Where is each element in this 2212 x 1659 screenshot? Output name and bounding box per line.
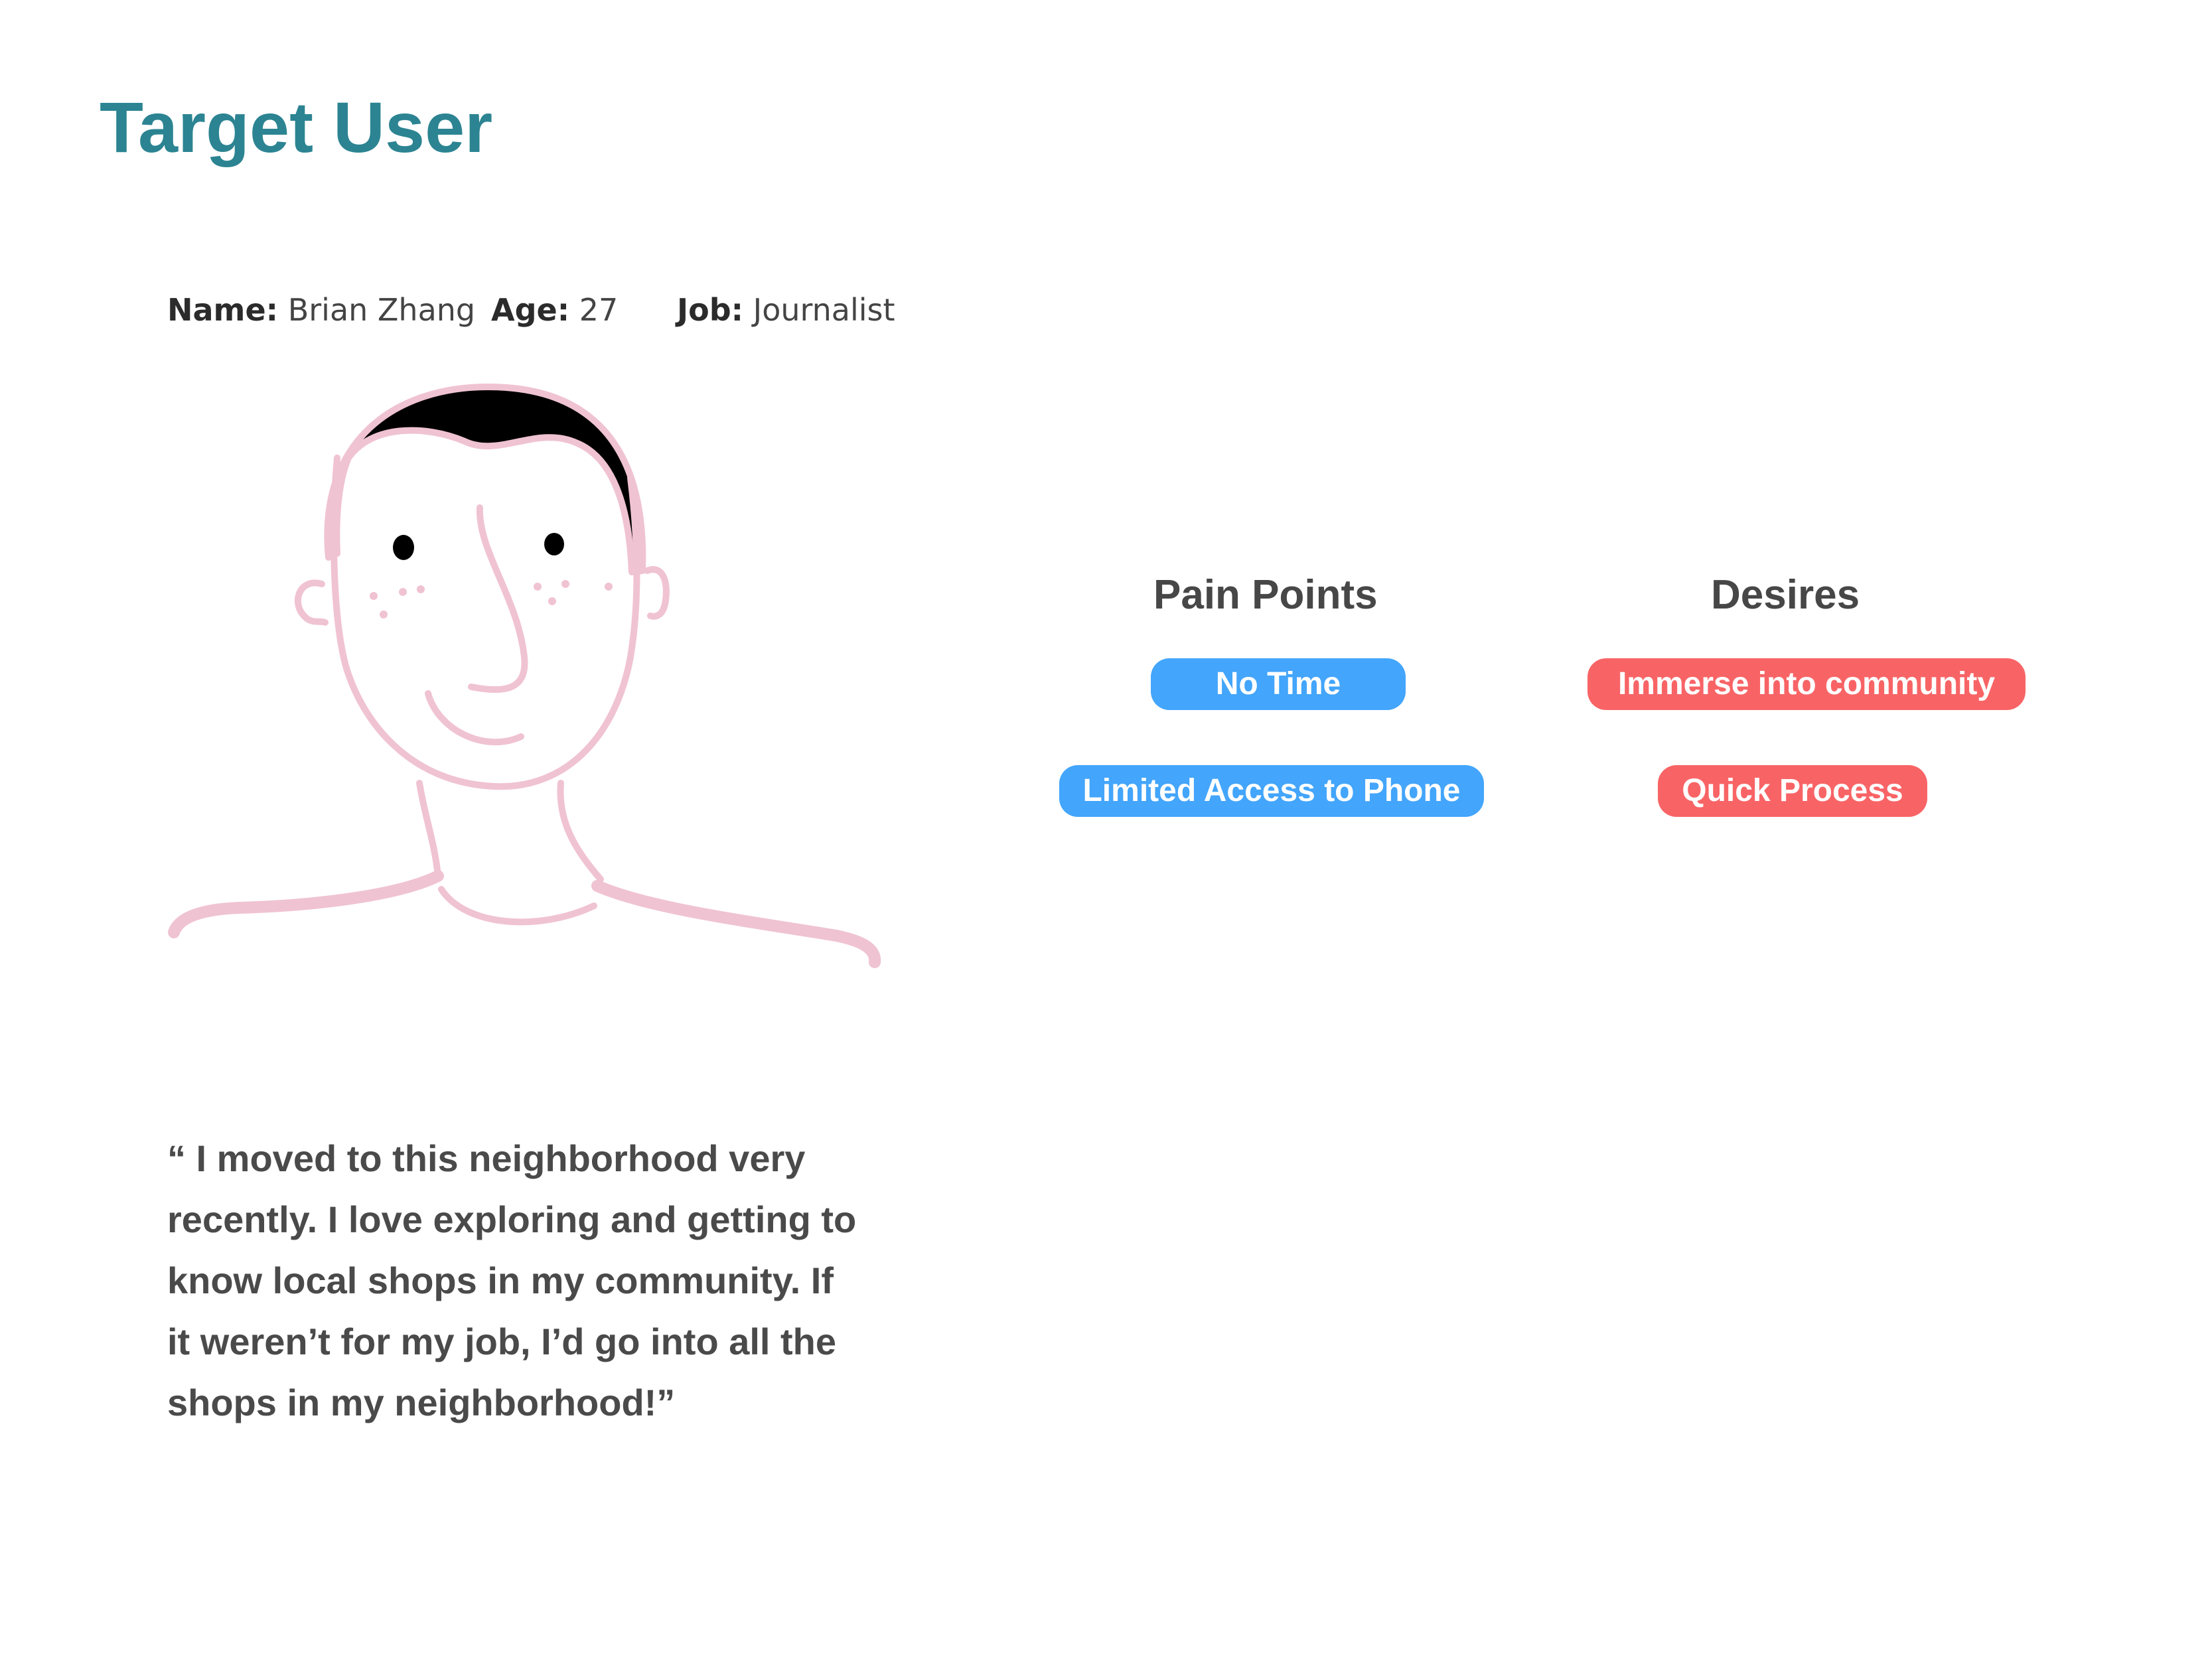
right-eye (544, 533, 564, 555)
desire-tag: Immerse into community (1587, 658, 2026, 710)
name-value: Brian Zhang (287, 292, 476, 328)
persona-quote: “ I moved to this neighborhood very rece… (167, 1128, 930, 1433)
persona-job: Job: Journalist (677, 287, 895, 333)
quote-line: it weren’t for my job, I’d go into all t… (167, 1321, 837, 1362)
right-ear (644, 566, 670, 620)
quote-line: recently. I love exploring and getting t… (167, 1198, 857, 1240)
right-shoulder (591, 880, 881, 968)
job-value: Journalist (753, 292, 895, 328)
pain-point-tag: No Time (1151, 658, 1406, 710)
neck-right (557, 780, 604, 883)
quote-line: know local shops in my community. If (167, 1260, 834, 1301)
mouth (425, 690, 524, 746)
desire-tag: Quick Process (1658, 765, 1927, 817)
left-eye (393, 535, 414, 560)
quote-line: shops in my neighborhood!” (167, 1382, 676, 1423)
collar (438, 886, 597, 926)
page-title: Target User (100, 87, 493, 167)
job-label: Job: (677, 292, 744, 328)
face-outline (331, 455, 640, 790)
left-shoulder (168, 870, 444, 938)
age-label: Age: (491, 292, 570, 328)
pain-points-heading: Pain Points (1153, 572, 1378, 618)
quote-line: “ I moved to this neighborhood very (167, 1137, 806, 1179)
freckles (370, 580, 613, 618)
name-label: Name: (167, 292, 279, 328)
persona-name: Name: Brian Zhang (167, 287, 475, 333)
pain-point-tag: Limited Access to Phone (1059, 765, 1484, 817)
desires-heading: Desires (1711, 572, 1860, 618)
age-value: 27 (579, 292, 619, 328)
persona-age: Age: 27 (491, 287, 618, 333)
nose (468, 504, 528, 693)
neck-left (416, 780, 441, 879)
left-ear (294, 579, 329, 626)
persona-portrait-illustration (168, 384, 881, 968)
